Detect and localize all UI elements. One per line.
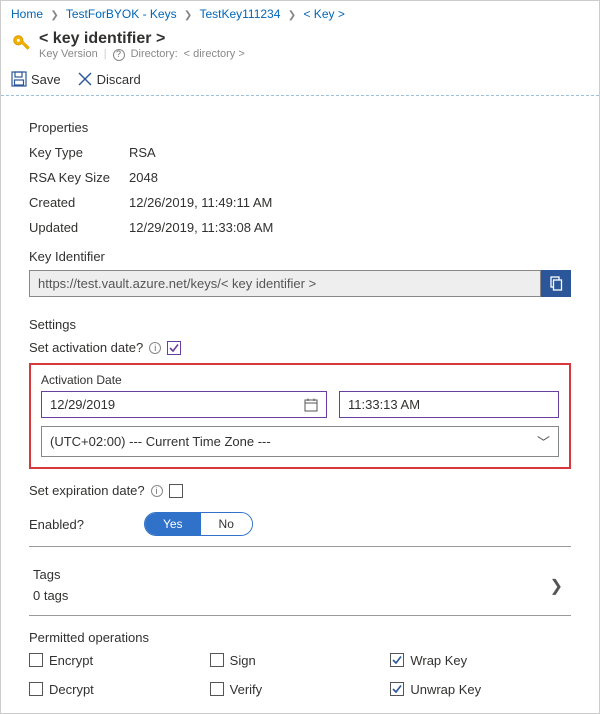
- created-label: Created: [29, 195, 129, 210]
- info-icon[interactable]: ?: [113, 49, 125, 61]
- enabled-toggle[interactable]: Yes No: [144, 512, 253, 536]
- unwrap-key-label: Unwrap Key: [410, 682, 481, 697]
- page-title: < key identifier >: [39, 29, 245, 48]
- close-icon: [77, 71, 93, 87]
- key-version-label: Key Version: [39, 48, 98, 61]
- rsa-size-value: 2048: [129, 170, 158, 185]
- rsa-size-label: RSA Key Size: [29, 170, 129, 185]
- wrap-key-checkbox[interactable]: [390, 653, 404, 667]
- divider: [29, 546, 571, 547]
- created-value: 12/26/2019, 11:49:11 AM: [129, 195, 272, 210]
- activation-date-heading: Activation Date: [41, 373, 559, 387]
- copy-button[interactable]: [541, 270, 571, 297]
- timezone-select[interactable]: (UTC+02:00) --- Current Time Zone --- ﹀: [41, 426, 559, 457]
- toggle-no[interactable]: No: [201, 513, 252, 535]
- sign-checkbox[interactable]: [210, 653, 224, 667]
- calendar-icon: [304, 398, 318, 412]
- save-button[interactable]: Save: [11, 71, 61, 87]
- encrypt-checkbox[interactable]: [29, 653, 43, 667]
- toggle-yes[interactable]: Yes: [145, 513, 201, 535]
- settings-heading: Settings: [29, 317, 571, 332]
- updated-label: Updated: [29, 220, 129, 235]
- directory-value: < directory >: [184, 48, 245, 61]
- chevron-right-icon: ❯: [288, 10, 296, 21]
- breadcrumb: Home ❯ TestForBYOK - Keys ❯ TestKey11123…: [1, 1, 599, 27]
- enabled-label: Enabled?: [29, 517, 84, 532]
- discard-button[interactable]: Discard: [77, 71, 141, 87]
- sign-label: Sign: [230, 653, 256, 668]
- updated-value: 12/29/2019, 11:33:08 AM: [129, 220, 273, 235]
- verify-checkbox[interactable]: [210, 682, 224, 696]
- chevron-right-icon: ❯: [184, 10, 192, 21]
- directory-label: Directory:: [131, 48, 178, 61]
- wrap-key-label: Wrap Key: [410, 653, 467, 668]
- save-icon: [11, 71, 27, 87]
- key-identifier-value[interactable]: https://test.vault.azure.net/keys/< key …: [29, 270, 541, 297]
- decrypt-label: Decrypt: [49, 682, 94, 697]
- set-expiration-label: Set expiration date?: [29, 483, 145, 498]
- permitted-operations-heading: Permitted operations: [29, 630, 571, 645]
- chevron-right-icon: ❯: [550, 576, 567, 596]
- breadcrumb-vault[interactable]: TestForBYOK - Keys: [66, 7, 177, 21]
- tags-row[interactable]: Tags 0 tags ❯: [29, 559, 571, 609]
- decrypt-checkbox[interactable]: [29, 682, 43, 696]
- key-identifier-label: Key Identifier: [29, 249, 571, 264]
- breadcrumb-current[interactable]: < Key >: [303, 7, 344, 21]
- divider: [29, 615, 571, 616]
- encrypt-label: Encrypt: [49, 653, 93, 668]
- chevron-right-icon: ❯: [50, 10, 58, 21]
- check-icon: [168, 342, 180, 354]
- chevron-down-icon: ﹀: [537, 432, 550, 451]
- expiration-checkbox[interactable]: [169, 484, 183, 498]
- set-activation-label: Set activation date?: [29, 340, 143, 355]
- breadcrumb-home[interactable]: Home: [11, 7, 43, 21]
- unwrap-key-checkbox[interactable]: [390, 682, 404, 696]
- activation-date-panel: Activation Date 12/29/2019 11:33:13 AM (…: [29, 363, 571, 469]
- activation-time-input[interactable]: 11:33:13 AM: [339, 391, 559, 418]
- key-icon: [11, 31, 33, 57]
- tags-count: 0 tags: [33, 586, 68, 607]
- check-icon: [391, 654, 403, 666]
- copy-icon: [548, 276, 564, 292]
- activation-date-input[interactable]: 12/29/2019: [41, 391, 327, 418]
- verify-label: Verify: [230, 682, 263, 697]
- properties-heading: Properties: [29, 120, 571, 135]
- key-type-value: RSA: [129, 145, 156, 160]
- info-icon[interactable]: i: [151, 485, 163, 497]
- activation-checkbox[interactable]: [167, 341, 181, 355]
- breadcrumb-key[interactable]: TestKey111234: [199, 7, 280, 21]
- tags-label: Tags: [33, 565, 68, 586]
- key-type-label: Key Type: [29, 145, 129, 160]
- check-icon: [391, 683, 403, 695]
- info-icon[interactable]: i: [149, 342, 161, 354]
